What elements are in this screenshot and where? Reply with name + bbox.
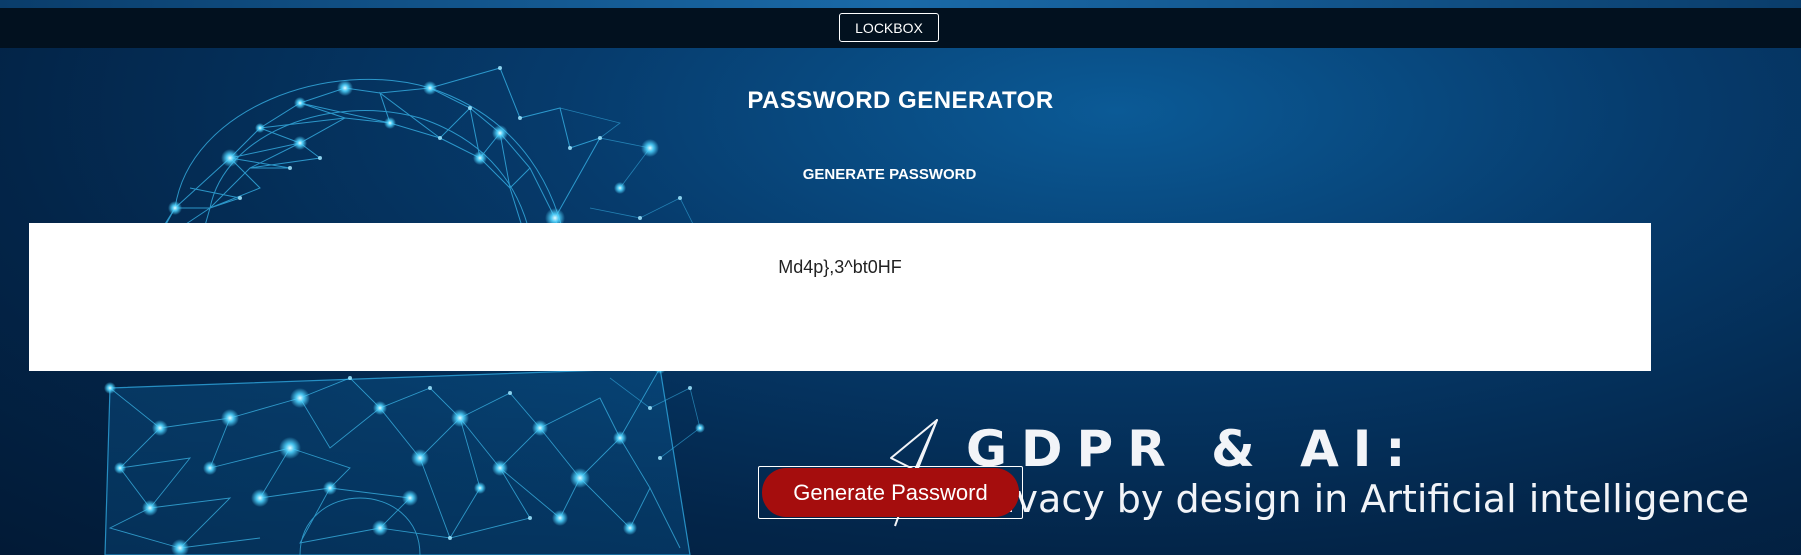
page-title: PASSWORD GENERATOR xyxy=(747,87,1054,114)
generate-password-button[interactable]: Generate Password xyxy=(762,468,1019,517)
top-accent-strip xyxy=(0,0,1801,8)
lockbox-nav-button[interactable]: LOCKBOX xyxy=(839,13,939,42)
password-output-text: Md4p},3^bt0HF xyxy=(778,257,902,277)
password-output-box[interactable]: Md4p},3^bt0HF xyxy=(29,223,1651,371)
banner-title: GDPR & AI: xyxy=(966,420,1420,478)
section-heading: GENERATE PASSWORD xyxy=(802,166,977,183)
navbar: LOCKBOX xyxy=(0,8,1801,48)
banner-subtitle: ivacy by design in Artificial intelligen… xyxy=(1005,477,1750,521)
